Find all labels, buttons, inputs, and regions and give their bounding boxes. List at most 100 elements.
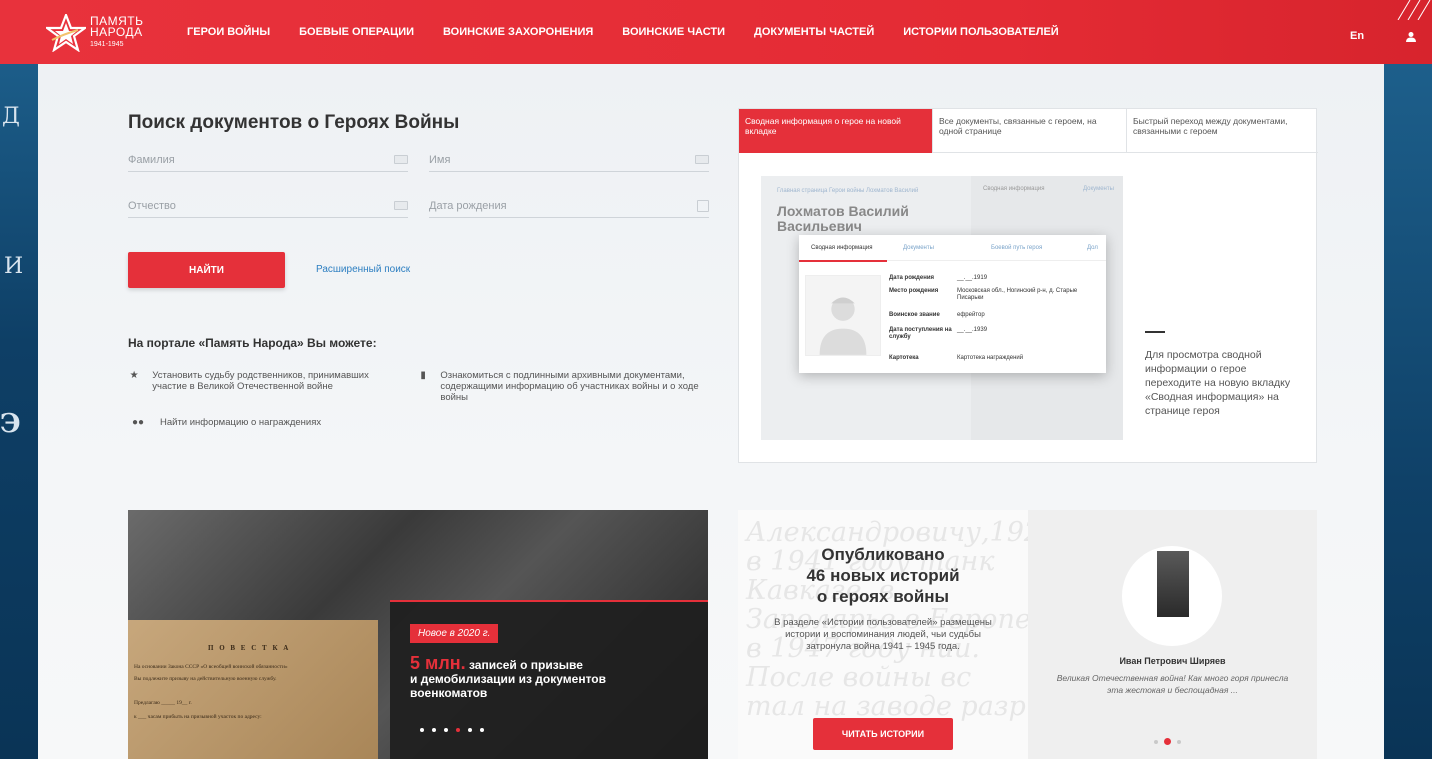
info-row: Воинское звание ефрейтор [889,312,1085,319]
name-input[interactable]: Имя [429,148,709,172]
story-card[interactable]: Иван Петрович Ширяев Великая Отечественн… [1028,510,1317,759]
background-glyph: Д [2,104,20,129]
popup-tab-underline [799,260,887,262]
calendar-icon[interactable] [697,199,709,212]
nav-burials[interactable]: ВОИНСКИЕ ЗАХОРОНЕНИЯ [443,26,593,38]
nav-user-stories[interactable]: ИСТОРИИ ПОЛЬЗОВАТЕЛЕЙ [903,26,1058,38]
stories-promo: Опубликовано 46 новых историй о героях в… [738,544,1028,653]
star-logo-icon [46,14,86,52]
main-nav: ГЕРОИ ВОЙНЫ БОЕВЫЕ ОПЕРАЦИИ ВОИНСКИЕ ЗАХ… [187,0,1088,64]
row-label: Место рождения [889,288,939,294]
feature-text: Ознакомиться с подлинными архивными доку… [440,370,699,403]
document-lines: На основании Закона СССР «О всеобщей вои… [134,664,288,670]
preview-hero-name: Лохматов Василий Васильевич [777,203,909,234]
banner-headline: 5 млн. записей о призыве и демобилизации… [410,653,606,700]
advanced-search-link[interactable]: Расширенный поиск [316,264,410,275]
banner-text: и демобилизации из документов [410,672,606,686]
birthdate-input[interactable]: Дата рождения [429,194,709,218]
pagination-dot[interactable] [468,728,472,732]
background-glyph: И [4,254,24,279]
new-badge: Новое в 2020 г. [410,624,499,643]
row-label: Дата рождения [889,275,935,281]
surname-input[interactable]: Фамилия [128,148,408,172]
hero-info-panel: Сводная информация о герое на новой вкла… [738,108,1318,463]
search-title: Поиск документов о Героях Войны [128,112,460,133]
patronymic-placeholder: Отчество [128,199,176,212]
tab-label: Сводная информация о герое на новой вкла… [745,116,901,136]
pagination-dot[interactable] [420,728,424,732]
info-dash [1145,331,1165,333]
pagination-dot[interactable] [1177,739,1181,744]
banner-text: записей о призыве [465,658,583,672]
stories-title: Опубликовано 46 новых историй о героях в… [738,544,1028,607]
popup-tab: Документы [903,245,934,251]
document-lines: Предлагаю _____ 19__ г. [134,700,192,706]
stories-title-line: 46 новых историй [806,566,960,585]
user-icon[interactable] [1405,31,1417,43]
story-pagination [1154,738,1187,745]
portal-title: На портале «Память Народа» Вы можете: [128,336,377,350]
keyboard-icon[interactable] [394,201,408,210]
hero-photo-placeholder [805,275,881,356]
hero-page-preview: Главная страница Герои войны Лохматов Ва… [761,176,1123,440]
pagination-dot[interactable] [1154,739,1158,744]
preview-tab: Сводная информация [983,186,1045,192]
row-value: Московская обл., Ногинский р-н, д. Стары… [957,288,1078,301]
banner-text: военкоматов [410,686,488,700]
nav-unit-documents[interactable]: ДОКУМЕНТЫ ЧАСТЕЙ [754,26,874,38]
popup-tabs: Сводная информация Документы Боевой путь… [799,235,1106,262]
read-stories-button[interactable]: ЧИТАТЬ ИСТОРИИ [813,718,953,750]
row-label: Картотека [889,355,919,361]
surname-placeholder: Фамилия [128,153,175,166]
row-value: ефрейтор [957,312,985,318]
stories-description: В разделе «Истории пользователей» размещ… [774,617,992,652]
pagination-dot-active[interactable] [456,728,460,732]
info-row: Дата поступления на службу __.__.1939 [889,327,1085,341]
banner-overlay: Новое в 2020 г. 5 млн. записей о призыве… [390,600,708,759]
logo-years: 1941-1945 [90,41,124,48]
document-lines: Вы подлежите призыву на действительную в… [134,676,277,682]
patronymic-input[interactable]: Отчество [128,194,408,218]
hero-avatar [1122,546,1222,646]
info-row: Место рождения Московская обл., Ногинский… [889,288,1085,302]
nav-units[interactable]: ВОИНСКИЕ ЧАСТИ [622,26,725,38]
logo-line2: НАРОДА [90,25,143,39]
document-lines: к ___ часам прибыть на призывной участок… [134,714,262,720]
find-button[interactable]: НАЙТИ [128,252,285,288]
nav-operations[interactable]: БОЕВЫЕ ОПЕРАЦИИ [299,26,414,38]
nav-heroes[interactable]: ГЕРОИ ВОЙНЫ [187,26,270,38]
tab-all-documents[interactable]: Все документы, связанные с героем, на од… [932,109,1126,153]
pagination-dot[interactable] [480,728,484,732]
background-left-edge: Д И Э [0,64,38,759]
story-quote: Великая Отечественная война! Как много г… [1056,673,1289,695]
news-banner[interactable]: П О В Е С Т К А На основании Закона СССР… [128,510,708,759]
banner-number: 5 млн. [410,653,466,673]
language-switch[interactable]: En [1350,30,1364,42]
row-label: Воинское звание [889,312,940,318]
info-row: Картотека Картотека награждений [889,355,1085,362]
pagination-dot[interactable] [432,728,436,732]
popup-tab: Сводная информация [811,245,873,251]
tab-quick-navigation[interactable]: Быстрый переход между документами, связа… [1126,109,1318,153]
logo-text: ПАМЯТЬ НАРОДА 1941-1945 [90,15,144,50]
soldier-silhouette-icon [819,297,867,355]
feature-text: Найти информацию о награждениях [160,417,322,428]
people-icon: ●● [131,417,145,428]
row-label: Дата поступления на службу [889,327,952,340]
keyboard-icon[interactable] [695,155,709,164]
keyboard-icon[interactable] [394,155,408,164]
feature-item: ●● Найти информацию о награждениях [128,417,398,428]
pagination-dot[interactable] [444,728,448,732]
row-value: Картотека награждений [957,355,1024,361]
info-description: Для просмотра сводной информации о герое… [1145,349,1291,417]
site-logo[interactable]: ПАМЯТЬ НАРОДА 1941-1945 [46,14,144,52]
birthdate-placeholder: Дата рождения [429,199,507,212]
document-icon: ▮ [420,370,426,381]
info-row: Дата рождения __.__.1919 [889,275,1085,282]
row-value: __.__.1919 [957,275,988,281]
banner-red-line [390,600,708,602]
stories-title-line: Опубликовано [821,545,945,564]
tab-summary[interactable]: Сводная информация о герое на новой вкла… [739,109,932,153]
summons-document-image: П О В Е С Т К А На основании Закона СССР… [128,620,378,759]
pagination-dot-active[interactable] [1164,738,1171,745]
